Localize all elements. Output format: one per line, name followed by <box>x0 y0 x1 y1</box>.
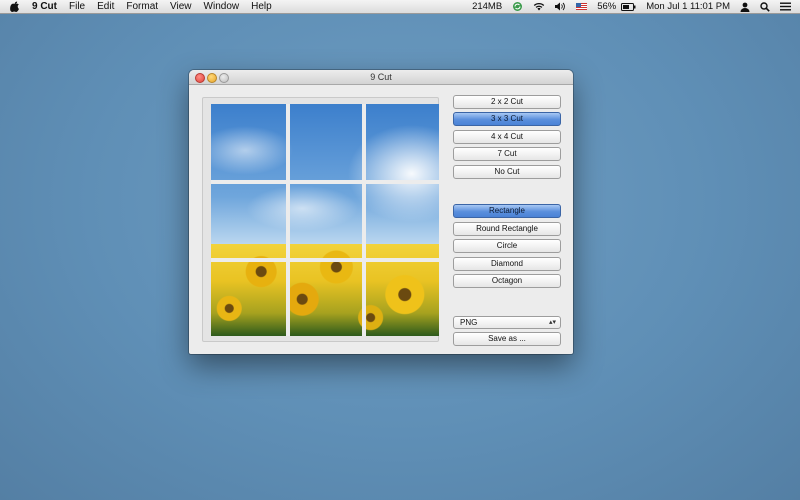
cut-3x3-button[interactable]: 3 x 3 Cut <box>453 112 561 126</box>
cut-line-vertical <box>286 104 290 336</box>
spotlight-search-icon[interactable] <box>755 1 775 12</box>
notification-center-icon[interactable] <box>775 2 796 11</box>
shape-rectangle-button[interactable]: Rectangle <box>453 204 561 218</box>
cut-line-horizontal <box>211 180 439 184</box>
cut-2x2-button[interactable]: 2 x 2 Cut <box>453 95 561 109</box>
menu-help[interactable]: Help <box>245 0 278 13</box>
shape-octagon-button[interactable]: Octagon <box>453 274 561 288</box>
wifi-icon[interactable] <box>528 2 550 11</box>
shape-round-rectangle-button[interactable]: Round Rectangle <box>453 222 561 236</box>
menu-file[interactable]: File <box>63 0 91 13</box>
cut-preview-image <box>211 104 439 336</box>
menu-edit[interactable]: Edit <box>91 0 120 13</box>
memory-status[interactable]: 214MB <box>467 0 507 13</box>
minimize-icon[interactable] <box>207 73 217 83</box>
cut-line-horizontal <box>211 258 439 262</box>
flag-icon[interactable] <box>571 3 592 10</box>
menu-format[interactable]: Format <box>120 0 164 13</box>
zoom-icon[interactable] <box>219 73 229 83</box>
user-icon[interactable] <box>735 2 755 12</box>
format-select[interactable]: PNG ▴▾ <box>453 316 561 329</box>
preview-panel <box>202 97 439 342</box>
select-arrows-icon: ▴▾ <box>548 319 556 326</box>
apple-menu-icon[interactable] <box>10 1 20 12</box>
cut-line-vertical <box>362 104 366 336</box>
no-cut-button[interactable]: No Cut <box>453 165 561 179</box>
shape-circle-button[interactable]: Circle <box>453 239 561 253</box>
sync-icon[interactable] <box>507 1 528 12</box>
app-window: 9 Cut 2 x 2 Cut 3 x 3 Cut 4 x 4 Cut 7 Cu… <box>189 70 573 354</box>
battery-percent[interactable]: 56% <box>592 0 621 13</box>
format-select-value: PNG <box>460 318 478 327</box>
menu-view[interactable]: View <box>164 0 198 13</box>
save-as-button[interactable]: Save as ... <box>453 332 561 346</box>
window-title: 9 Cut <box>370 72 392 82</box>
title-bar[interactable]: 9 Cut <box>189 70 573 85</box>
battery-icon[interactable] <box>621 2 641 11</box>
menu-app-name[interactable]: 9 Cut <box>24 0 63 13</box>
clock[interactable]: Mon Jul 1 11:01 PM <box>641 0 735 13</box>
volume-icon[interactable] <box>550 2 571 11</box>
close-icon[interactable] <box>195 73 205 83</box>
shape-diamond-button[interactable]: Diamond <box>453 257 561 271</box>
cut-7-button[interactable]: 7 Cut <box>453 147 561 161</box>
cut-4x4-button[interactable]: 4 x 4 Cut <box>453 130 561 144</box>
menu-bar: 9 Cut File Edit Format View Window Help … <box>0 0 800 14</box>
menu-window[interactable]: Window <box>198 0 246 13</box>
